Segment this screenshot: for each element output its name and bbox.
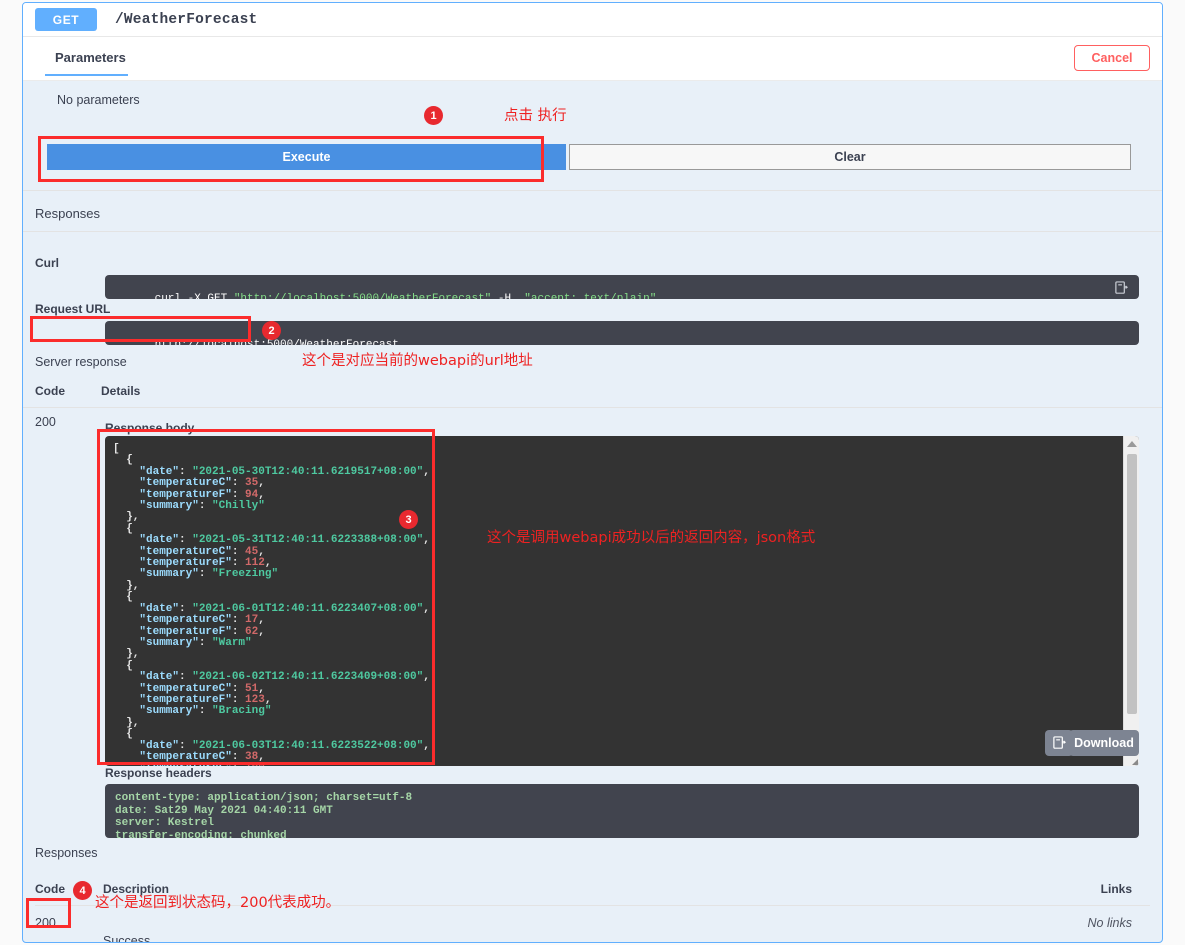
tab-parameters[interactable]: Parameters	[45, 41, 128, 76]
swagger-ui-page: GET /WeatherForecast Parameters Cancel N…	[0, 0, 1185, 945]
response-body-json: [ { "date": "2021-05-30T12:40:11.6219517…	[113, 443, 430, 766]
curl-prefix: curl -X GET	[154, 293, 234, 299]
annotation-marker-1: 1	[424, 106, 443, 125]
row-links: No links	[1087, 916, 1132, 930]
divider-below-responses-heading	[23, 231, 1162, 232]
scroll-up-arrow-icon[interactable]	[1126, 441, 1137, 447]
operation-path: /WeatherForecast	[115, 11, 258, 28]
status-code-value: 200	[35, 415, 56, 429]
table-row: 200 Success No links	[35, 916, 1150, 943]
execute-button[interactable]: Execute	[47, 144, 566, 170]
server-response-label: Server response	[35, 355, 127, 369]
row-code: 200	[35, 916, 56, 930]
request-url-label: Request URL	[35, 302, 111, 316]
annotation-text-4: 这个是返回到状态码，200代表成功。	[95, 895, 341, 911]
execute-clear-row: Execute Clear	[47, 144, 1131, 170]
annotation-marker-3: 3	[399, 510, 418, 529]
response-headers-label: Response headers	[105, 766, 212, 780]
curl-accept-header: "accept: text/plain"	[524, 293, 657, 299]
resize-grip-icon[interactable]	[1132, 759, 1138, 765]
scrollbar-thumb[interactable]	[1127, 454, 1137, 714]
operation-block: GET /WeatherForecast Parameters Cancel N…	[22, 2, 1163, 943]
cancel-button[interactable]: Cancel	[1074, 45, 1150, 71]
header-code: Code	[35, 882, 65, 896]
request-url-value: http://localhost:5000/WeatherForecast	[154, 339, 399, 345]
curl-mid: -H	[491, 293, 525, 299]
response-body-label: Response body	[105, 421, 195, 435]
row-description: Success	[103, 934, 151, 943]
curl-label: Curl	[35, 256, 59, 270]
annotation-marker-2: 2	[262, 321, 281, 340]
row-description-cell: Success	[103, 916, 1040, 943]
annotation-text-3: 这个是调用webapi成功以后的返回内容，json格式	[487, 530, 816, 546]
annotation-text-2: 这个是对应当前的webapi的url地址	[302, 353, 533, 369]
operation-summary[interactable]: GET /WeatherForecast	[23, 3, 1162, 37]
download-button[interactable]: Download	[1069, 730, 1139, 756]
clear-button[interactable]: Clear	[569, 144, 1131, 170]
curl-copy-icon[interactable]	[1111, 279, 1131, 297]
divider-above-responses	[23, 190, 1162, 191]
tab-row: Parameters Cancel	[23, 37, 1162, 81]
code-column-header: Code	[35, 384, 65, 398]
no-parameters-text: No parameters	[57, 93, 140, 107]
annotation-marker-4: 4	[73, 881, 92, 900]
responses-heading: Responses	[35, 206, 101, 221]
request-url-block: http://localhost:5000/WeatherForecast	[105, 321, 1139, 345]
responses-table-heading: Responses	[35, 846, 98, 860]
response-body-scrollbar[interactable]	[1123, 436, 1139, 766]
details-column-header: Details	[101, 384, 141, 398]
annotation-text-1: 点击 执行	[504, 108, 567, 124]
curl-code-block: curl -X GET "http://localhost:5000/Weath…	[105, 275, 1139, 299]
header-links: Links	[1100, 882, 1132, 896]
http-method-badge: GET	[35, 8, 97, 31]
curl-url: "http://localhost:5000/WeatherForecast"	[233, 293, 492, 299]
divider-under-code-header	[23, 407, 1162, 408]
response-headers-block: content-type: application/json; charset=…	[105, 784, 1139, 838]
response-body-panel: [ { "date": "2021-05-30T12:40:11.6219517…	[105, 436, 1139, 766]
